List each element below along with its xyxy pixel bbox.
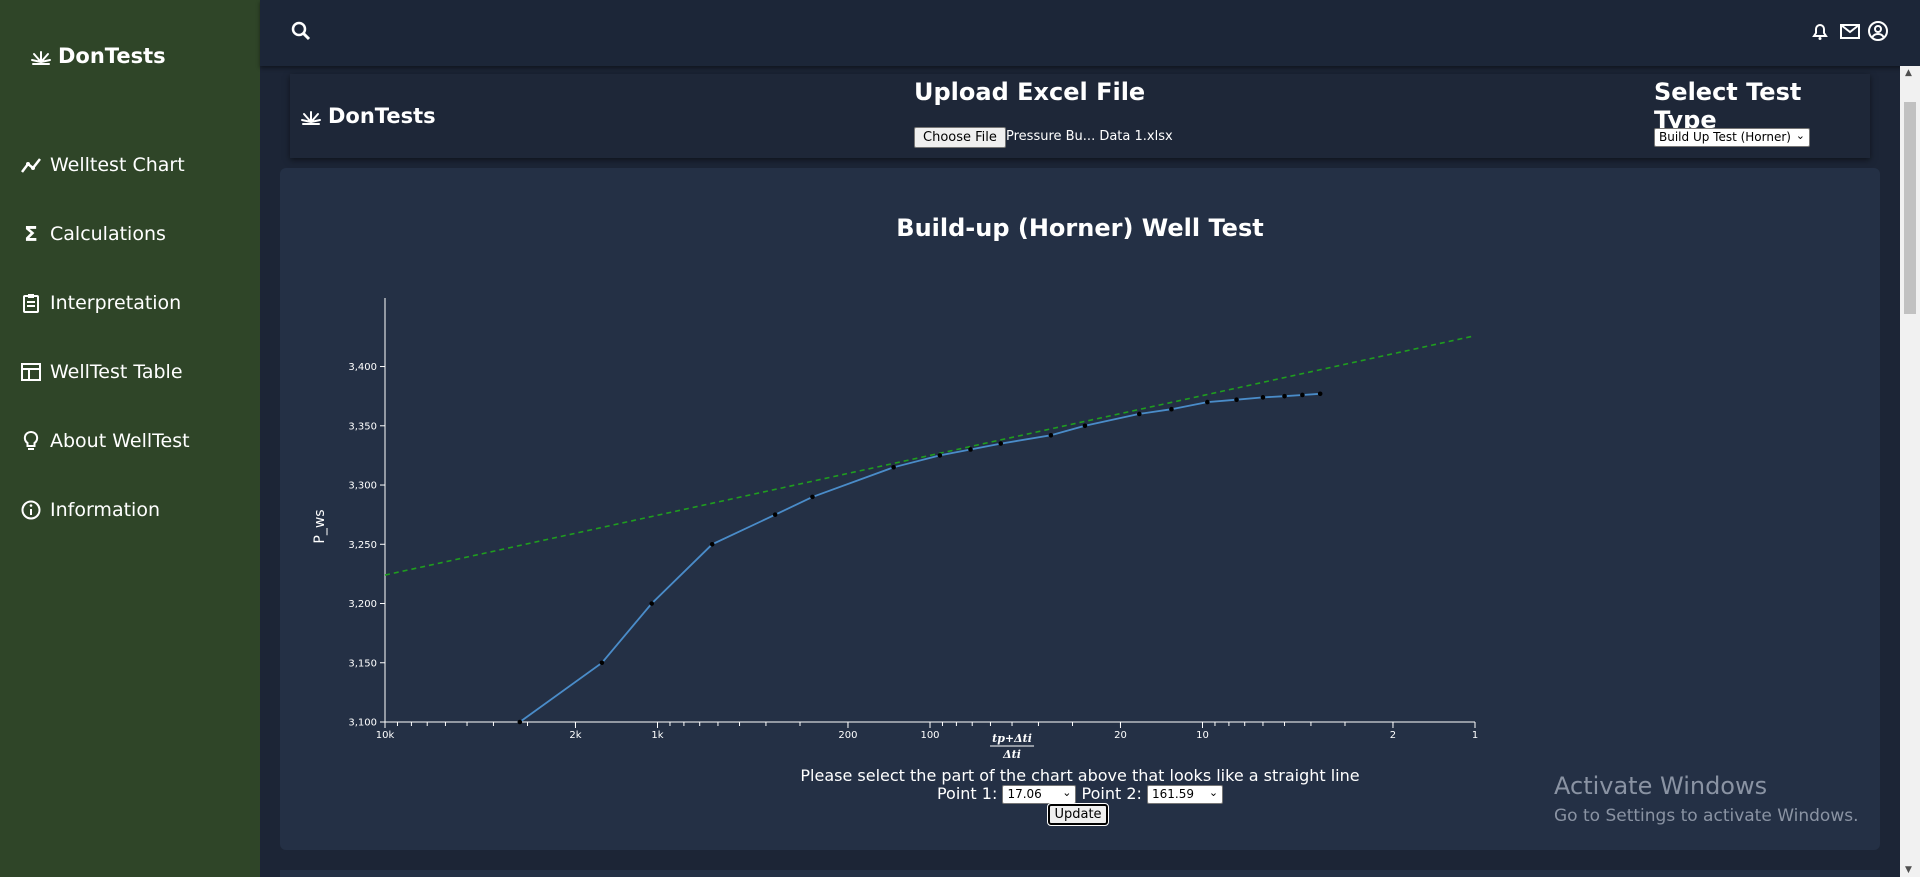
data-point <box>1234 397 1239 403</box>
data-point <box>709 541 715 547</box>
x-tick-label: 1k <box>651 730 663 741</box>
x-tick-label: 200 <box>838 730 857 741</box>
horner-chart[interactable]: 3,100 3,150 3,200 3,250 3,300 3,350 3,400 10k 2k… <box>280 168 1880 778</box>
x-tick-label: 10 <box>1196 730 1209 741</box>
x-axis-label-denominator: Δti <box>1002 748 1021 761</box>
sidebar-item-welltest-chart[interactable]: Welltest Chart <box>20 154 185 176</box>
test-type-select[interactable]: Build Up Test (Horner) ⌄ <box>1654 128 1810 147</box>
data-point <box>1317 391 1323 397</box>
clipboard-icon <box>23 294 39 313</box>
data-point <box>968 447 973 452</box>
data-point <box>1282 393 1287 399</box>
activate-windows-watermark: Activate Windows Go to Settings to activ… <box>1554 772 1859 826</box>
sidebar-item-calculations[interactable]: Σ Calculations <box>20 222 166 246</box>
sidebar-item-label: Welltest Chart <box>50 154 185 176</box>
sidebar-item-information[interactable]: Information <box>20 499 160 521</box>
scrollbar-thumb[interactable] <box>1904 102 1916 314</box>
bell-icon[interactable] <box>1809 20 1831 42</box>
data-point <box>998 441 1004 446</box>
page-scrollbar[interactable]: ▲ ▼ <box>1900 66 1920 877</box>
data-point <box>891 464 896 470</box>
sidebar: DonTests Welltest Chart Σ Calculations I… <box>0 0 260 877</box>
lightbulb-icon <box>23 430 39 450</box>
selected-file-name: Pressure Bu... Data 1.xlsx <box>1006 129 1173 144</box>
data-point <box>599 660 605 666</box>
chart-line-icon <box>21 158 41 173</box>
x-tick-label: 2 <box>1390 730 1396 741</box>
data-point <box>1260 395 1266 400</box>
y-axis-label: P_ws <box>312 509 328 543</box>
chevron-down-icon: ⌄ <box>1208 786 1219 799</box>
sidebar-item-label: About WellTest <box>50 430 190 452</box>
point1-label: Point 1: <box>936 784 998 803</box>
chevron-down-icon: ⌄ <box>1795 129 1805 142</box>
y-tick-label: 3,300 <box>348 481 377 492</box>
data-point <box>1205 399 1210 405</box>
sidebar-brand[interactable]: DonTests <box>30 44 166 68</box>
sidebar-item-label: WellTest Table <box>50 361 183 383</box>
leaf-logo-icon <box>301 111 321 125</box>
data-point <box>1136 411 1142 417</box>
x-tick-label: 20 <box>1114 730 1127 741</box>
sidebar-item-welltest-table[interactable]: WellTest Table <box>20 361 183 383</box>
point2-value: 161.59 <box>1152 787 1195 801</box>
y-tick-label: 3,250 <box>348 540 377 551</box>
data-point <box>517 719 523 725</box>
x-tick-label: 2k <box>569 730 581 741</box>
info-icon <box>21 500 41 520</box>
x-tick-label: 100 <box>920 730 939 741</box>
y-tick-label: 3,400 <box>348 362 377 373</box>
data-point <box>810 494 815 500</box>
user-icon[interactable] <box>1867 20 1889 42</box>
header-brand-label: DonTests <box>328 104 436 128</box>
scroll-down-icon[interactable]: ▼ <box>1905 865 1912 875</box>
sidebar-item-label: Information <box>50 499 160 521</box>
table-icon <box>21 363 41 381</box>
point2-label: Point 2: <box>1081 784 1142 803</box>
data-point <box>649 601 655 606</box>
x-tick-label: 10k <box>376 730 395 741</box>
data-point <box>1082 423 1088 429</box>
point2-select[interactable]: 161.59 ⌄ <box>1147 785 1224 804</box>
y-tick-label: 3,350 <box>348 421 377 432</box>
leaf-logo-icon <box>31 51 51 65</box>
scroll-up-icon[interactable]: ▲ <box>1905 68 1912 78</box>
y-tick-label: 3,200 <box>348 599 377 610</box>
mail-icon[interactable] <box>1839 20 1861 42</box>
y-tick-label: 3,150 <box>348 658 377 669</box>
update-button[interactable]: Update <box>1047 803 1109 826</box>
header-brand[interactable]: DonTests <box>300 104 436 128</box>
top-bar <box>260 0 1920 66</box>
data-point <box>1300 392 1305 398</box>
data-point <box>1048 432 1054 438</box>
y-tick-label: 3,100 <box>348 718 377 729</box>
sidebar-item-interpretation[interactable]: Interpretation <box>20 292 181 314</box>
upload-header-card: DonTests Upload Excel File Choose File P… <box>290 74 1870 158</box>
sigma-icon: Σ <box>24 222 38 246</box>
test-type-title: Select Test Type <box>1654 78 1802 134</box>
upload-title: Upload Excel File <box>914 78 1146 106</box>
data-line <box>519 392 1321 723</box>
sidebar-brand-label: DonTests <box>58 44 166 68</box>
test-type-value: Build Up Test (Horner) <box>1659 130 1791 144</box>
chart-card: Build-up (Horner) Well Test 3,100 3,150 3,… <box>280 168 1880 850</box>
fit-line <box>384 334 1476 576</box>
x-axis-label: tp+Δti <box>992 732 1032 745</box>
data-point <box>772 512 778 517</box>
watermark-title: Activate Windows <box>1554 772 1768 800</box>
search-icon[interactable] <box>290 20 312 42</box>
sidebar-item-label: Interpretation <box>50 292 182 314</box>
next-card-edge <box>280 870 1880 877</box>
data-point <box>1169 406 1174 412</box>
point1-select[interactable]: 17.06 ⌄ <box>1002 785 1077 804</box>
chevron-down-icon: ⌄ <box>1062 786 1072 799</box>
point1-value: 17.06 <box>1007 787 1042 801</box>
watermark-subtitle: Go to Settings to activate Windows. <box>1554 806 1859 826</box>
choose-file-button[interactable]: Choose File <box>914 127 1006 148</box>
sidebar-item-label: Calculations <box>50 223 166 245</box>
x-tick-label: 1 <box>1472 730 1478 741</box>
data-point <box>937 453 943 458</box>
sidebar-item-about-welltest[interactable]: About WellTest <box>20 430 190 452</box>
